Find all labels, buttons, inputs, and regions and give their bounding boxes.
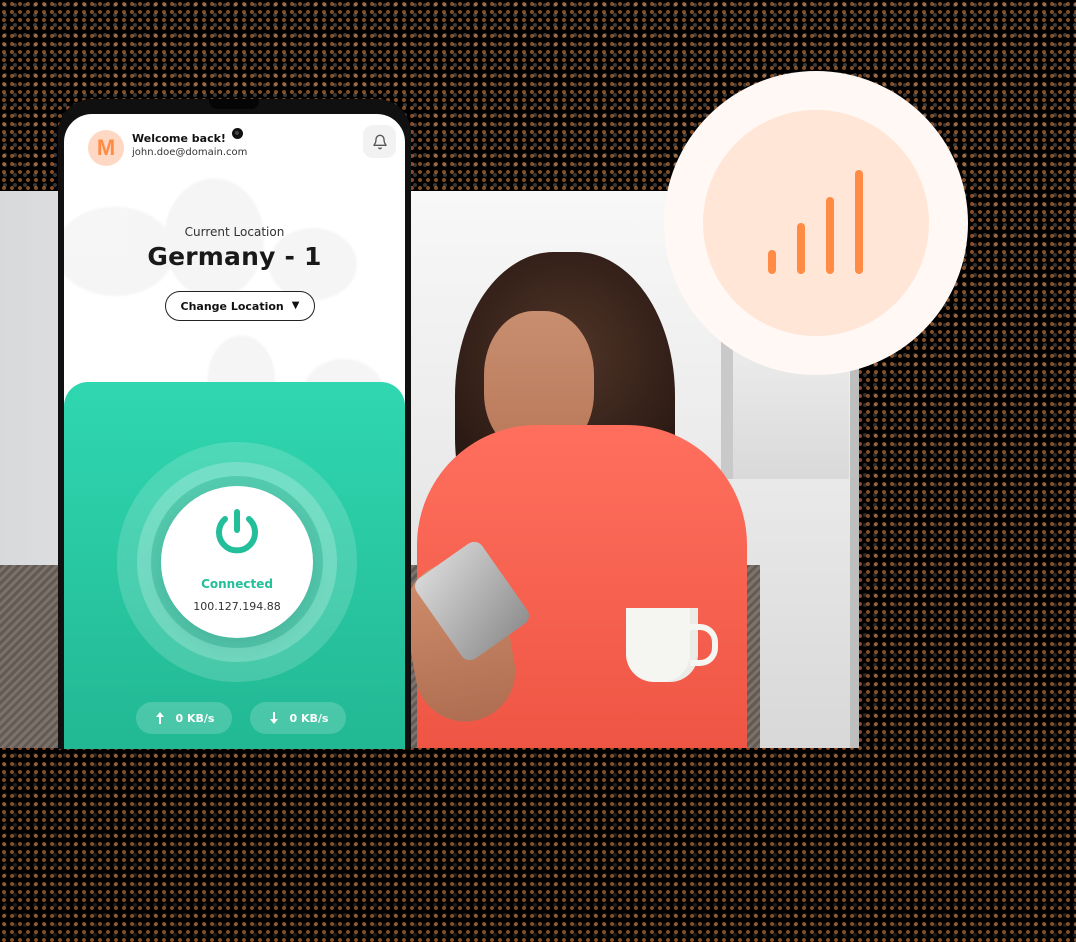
download-speed-value: 0 KB/s (289, 711, 329, 725)
upload-icon (155, 712, 164, 724)
bell-icon (372, 134, 387, 149)
change-location-label: Change Location (180, 299, 284, 313)
user-email: john.doe@domain.com (132, 147, 248, 158)
power-ring-inner: Connected 100.127.194.88 (151, 476, 323, 648)
current-location-label: Current Location (184, 225, 285, 239)
chevron-down-icon: ▼ (291, 300, 300, 311)
hero-illustration: M Welcome back! john.doe@domain.com Curr… (0, 0, 1076, 942)
connection-status: Connected (201, 577, 273, 591)
front-camera (232, 128, 243, 139)
current-location-title: Germany - 1 (147, 242, 322, 271)
download-icon (269, 712, 278, 724)
power-icon (216, 509, 258, 554)
signal-badge (664, 71, 968, 375)
upload-speed-value: 0 KB/s (175, 711, 215, 725)
vpn-phone-mockup: M Welcome back! john.doe@domain.com Curr… (58, 99, 411, 749)
coffee-mug (626, 608, 718, 682)
app-screen: M Welcome back! john.doe@domain.com Curr… (64, 114, 405, 749)
upload-speed: 0 KB/s (136, 702, 232, 734)
change-location-button[interactable]: Change Location ▼ (165, 291, 315, 321)
ip-address: 100.127.194.88 (193, 600, 281, 613)
power-ring-outer: Connected 100.127.194.88 (117, 442, 357, 682)
download-speed: 0 KB/s (250, 702, 346, 734)
welcome-text: Welcome back! (132, 132, 226, 145)
power-button[interactable]: Connected 100.127.194.88 (161, 486, 313, 638)
notifications-button[interactable] (363, 125, 396, 158)
connection-panel: Connected 100.127.194.88 0 KB/s 0 KB/s (64, 382, 405, 749)
signal-strength-icon (768, 170, 863, 274)
avatar[interactable]: M (88, 130, 124, 166)
power-ring-middle: Connected 100.127.194.88 (137, 462, 337, 662)
